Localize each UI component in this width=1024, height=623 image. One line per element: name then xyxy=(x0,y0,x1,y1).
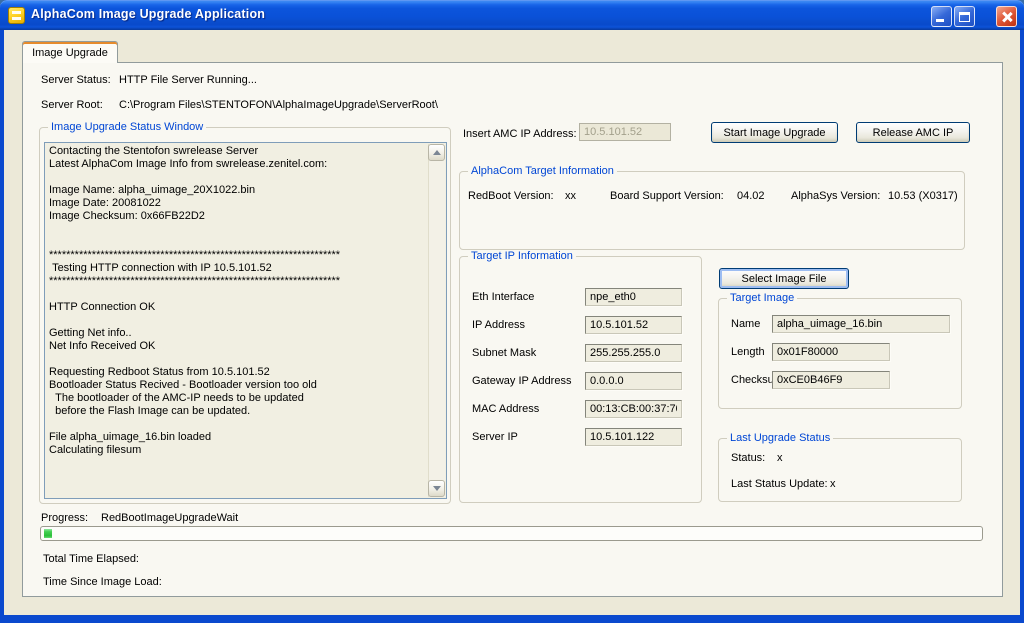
status-log-box[interactable]: Contacting the Stentofon swrelease Serve… xyxy=(44,142,447,499)
app-icon xyxy=(8,7,25,24)
subnet-mask-field[interactable] xyxy=(585,344,682,362)
progress-state-value: RedBootImageUpgradeWait xyxy=(101,512,238,524)
progress-label: Progress: xyxy=(41,512,88,524)
target-image-group: Target Image Name Length Checksum xyxy=(718,298,962,409)
server-status-label: Server Status: xyxy=(41,74,111,86)
eth-interface-field[interactable] xyxy=(585,288,682,306)
insert-amc-ip-label: Insert AMC IP Address: xyxy=(463,128,577,140)
gateway-ip-label: Gateway IP Address xyxy=(472,375,571,387)
close-button[interactable] xyxy=(996,6,1017,27)
status-log-scrollbar[interactable] xyxy=(428,144,445,497)
amc-ip-input xyxy=(579,123,671,141)
title-bar[interactable]: AlphaCom Image Upgrade Application xyxy=(0,0,1024,30)
image-name-label: Name xyxy=(731,318,760,330)
image-length-field[interactable] xyxy=(772,343,890,361)
mac-address-field[interactable] xyxy=(585,400,682,418)
minimize-button[interactable] xyxy=(931,6,952,27)
select-image-file-button[interactable]: Select Image File xyxy=(719,268,849,289)
progress-bar xyxy=(40,526,983,541)
eth-interface-label: Eth Interface xyxy=(472,291,534,303)
progress-chunk xyxy=(44,529,52,538)
target-image-title: Target Image xyxy=(727,292,797,304)
release-amc-ip-button[interactable]: Release AMC IP xyxy=(856,122,970,143)
chevron-down-icon xyxy=(433,486,441,491)
alphasys-version-value: 10.53 (X0317) xyxy=(888,190,958,202)
mac-address-label: MAC Address xyxy=(472,403,539,415)
total-time-elapsed-label: Total Time Elapsed: xyxy=(43,553,139,565)
scroll-up-button[interactable] xyxy=(428,144,445,161)
tab-page: Server Status: HTTP File Server Running.… xyxy=(22,62,1003,597)
last-upgrade-status-title: Last Upgrade Status xyxy=(727,432,833,444)
chevron-up-icon xyxy=(433,150,441,155)
application-window: AlphaCom Image Upgrade Application Image… xyxy=(0,0,1024,623)
last-upgrade-status-group: Last Upgrade Status Status: x Last Statu… xyxy=(718,438,962,502)
board-support-version-value: 04.02 xyxy=(737,190,765,202)
image-length-label: Length xyxy=(731,346,765,358)
server-root-value: C:\Program Files\STENTOFON\AlphaImageUpg… xyxy=(119,99,438,111)
redboot-version-value: xx xyxy=(565,190,576,202)
minimize-icon xyxy=(936,19,944,22)
image-checksum-field[interactable] xyxy=(772,371,890,389)
status-window-group: Image Upgrade Status Window Contacting t… xyxy=(39,127,451,504)
last-status-update-value: x xyxy=(830,478,836,490)
gateway-ip-field[interactable] xyxy=(585,372,682,390)
ip-address-label: IP Address xyxy=(472,319,525,331)
subnet-mask-label: Subnet Mask xyxy=(472,347,536,359)
server-ip-field[interactable] xyxy=(585,428,682,446)
target-ip-info-title: Target IP Information xyxy=(468,250,576,262)
image-name-field[interactable] xyxy=(772,315,950,333)
form-client-area: Image Upgrade Server Status: HTTP File S… xyxy=(4,30,1020,615)
redboot-version-label: RedBoot Version: xyxy=(468,190,554,202)
status-log-text: Contacting the Stentofon swrelease Serve… xyxy=(49,145,424,496)
ip-address-field[interactable] xyxy=(585,316,682,334)
server-status-value: HTTP File Server Running... xyxy=(119,74,257,86)
tab-image-upgrade[interactable]: Image Upgrade xyxy=(22,41,118,63)
start-image-upgrade-button[interactable]: Start Image Upgrade xyxy=(711,122,838,143)
last-status-update-label: Last Status Update: xyxy=(731,478,828,490)
time-since-image-load-label: Time Since Image Load: xyxy=(43,576,162,588)
alphacom-target-info-title: AlphaCom Target Information xyxy=(468,165,617,177)
last-status-value: x xyxy=(777,452,783,464)
server-ip-label: Server IP xyxy=(472,431,518,443)
alphacom-target-info-group: AlphaCom Target Information RedBoot Vers… xyxy=(459,171,965,250)
scroll-down-button[interactable] xyxy=(428,480,445,497)
last-status-label: Status: xyxy=(731,452,765,464)
status-window-group-title: Image Upgrade Status Window xyxy=(48,121,206,133)
server-root-label: Server Root: xyxy=(41,99,103,111)
window-title: AlphaCom Image Upgrade Application xyxy=(31,7,265,21)
target-ip-info-group: Target IP Information Eth Interface IP A… xyxy=(459,256,702,503)
board-support-version-label: Board Support Version: xyxy=(610,190,724,202)
maximize-icon xyxy=(959,12,970,22)
maximize-button[interactable] xyxy=(954,6,975,27)
alphasys-version-label: AlphaSys Version: xyxy=(791,190,880,202)
